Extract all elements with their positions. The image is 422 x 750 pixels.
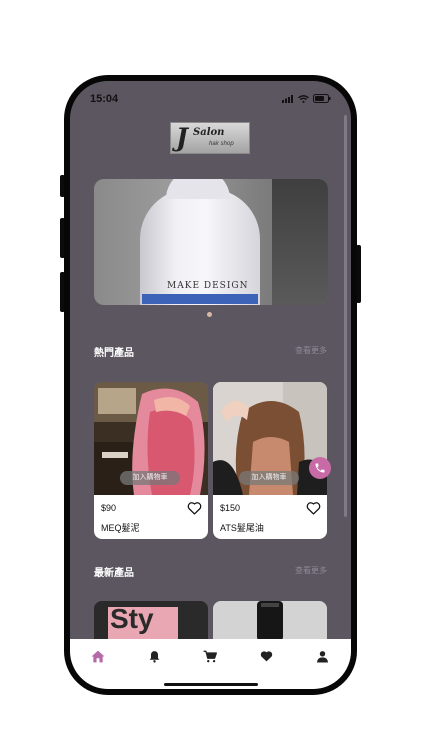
new-products-title: 最新產品 [94,568,134,579]
nav-favorites[interactable] [254,647,278,665]
product-image-text: Sty [110,603,154,634]
product-price: $150 [220,503,241,513]
user-icon [316,650,328,662]
logo-name: Salon [193,127,225,138]
nav-home[interactable] [86,647,110,665]
product-photo [213,601,327,641]
bottom-nav [70,639,351,689]
status-time: 15:04 [90,93,119,105]
product-price: $90 [101,503,117,513]
phone-icon [315,463,325,473]
salon-logo[interactable]: J Salon hair shop [170,122,250,154]
banner-carousel[interactable]: MAKE DESIGN [94,179,328,305]
cart-icon [203,650,217,662]
product-card[interactable]: 加入購物車 $90 MEQ髮泥 [94,382,208,539]
heart-icon[interactable] [187,501,202,515]
nav-notifications[interactable] [142,647,166,665]
hot-products-see-more[interactable]: 查看更多 [295,345,327,356]
wifi-icon [298,94,309,103]
status-bar: 15:04 [70,81,351,117]
logo-mark: J [176,123,188,152]
banner-shelf [272,179,328,305]
new-products-see-more[interactable]: 查看更多 [295,565,327,576]
home-icon [91,650,105,662]
add-to-cart-button[interactable]: 加入購物車 [239,471,299,485]
banner-bottle-stripe [142,294,258,304]
banner-brand-text: MAKE DESIGN [167,281,249,291]
bell-icon [149,650,159,663]
product-name: ATS髮尾油 [220,523,264,533]
product-name: MEQ髮泥 [101,523,140,533]
new-product-card[interactable]: Sty [94,601,208,641]
signal-icon [282,94,293,103]
status-icons [282,94,331,103]
hot-products-title: 熱門產品 [94,348,134,359]
heart-icon[interactable] [306,501,321,515]
nav-profile[interactable] [310,647,334,665]
banner-bottle-neck [166,179,230,199]
heart-icon [260,651,272,662]
add-to-cart-button[interactable]: 加入購物車 [120,471,180,485]
phone-frame: 15:04 J Salon hair shop MAKE DESIGN 熱門產品… [64,75,357,695]
new-product-card[interactable] [213,601,327,641]
carousel-indicator-dot[interactable] [207,312,212,317]
app-screen: 15:04 J Salon hair shop MAKE DESIGN 熱門產品… [70,81,351,689]
logo-tagline: hair shop [209,141,234,147]
product-card[interactable]: 加入購物車 $150 ATS髮尾油 [213,382,327,539]
home-indicator [164,683,258,686]
chat-button[interactable] [309,457,331,479]
scrollbar[interactable] [344,115,347,517]
nav-cart[interactable] [198,647,222,665]
battery-icon [313,94,331,103]
